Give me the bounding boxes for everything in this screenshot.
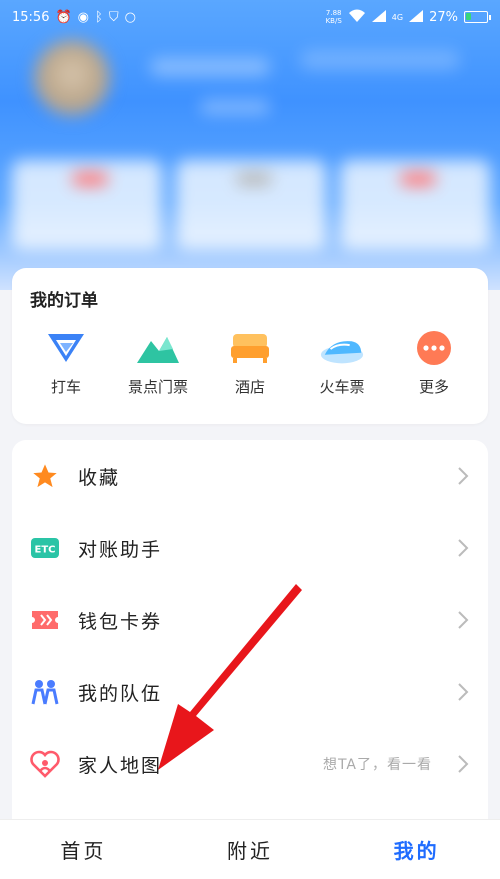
network-type: 4G xyxy=(391,12,404,22)
bluetooth-icon: ᛒ xyxy=(95,9,103,25)
bed-icon xyxy=(227,330,273,366)
stat-card-blurred[interactable] xyxy=(176,160,326,250)
star-icon xyxy=(30,461,60,491)
signal-icon xyxy=(409,9,424,25)
more-icon xyxy=(411,330,457,366)
tab-mine[interactable]: 我的 xyxy=(357,835,477,864)
avatar[interactable] xyxy=(34,40,110,116)
order-label: 更多 xyxy=(418,378,449,396)
orders-title: 我的订单 xyxy=(30,291,98,311)
menu-card: 收藏 ETC 对账助手 钱包卡券 我的队伍 家人地图 想TA了，看一看 xyxy=(12,440,488,840)
battery-percent: 27% xyxy=(429,9,458,25)
order-label: 火车票 xyxy=(319,378,365,396)
header-actions-blurred xyxy=(300,50,460,70)
etc-icon: ETC xyxy=(30,533,60,563)
order-label: 景点门票 xyxy=(127,378,188,396)
blurred-profile-area xyxy=(0,0,500,290)
family-heart-icon xyxy=(30,749,60,779)
menu-item-reconciliation[interactable]: ETC 对账助手 xyxy=(12,512,488,584)
mountain-icon xyxy=(135,330,181,366)
tab-home[interactable]: 首页 xyxy=(23,835,143,864)
user-subtitle-blurred xyxy=(200,100,270,114)
wifi-icon xyxy=(348,9,366,26)
menu-item-wallet-coupons[interactable]: 钱包卡券 xyxy=(12,584,488,656)
bottom-nav: 首页 附近 我的 xyxy=(0,819,500,879)
taxi-icon xyxy=(43,330,89,366)
menu-label: 我的队伍 xyxy=(78,682,163,705)
status-time: 15:56 xyxy=(12,9,50,25)
shield-icon: ⛉ xyxy=(108,9,119,25)
order-label: 打车 xyxy=(50,378,81,396)
chevron-right-icon xyxy=(458,683,469,701)
order-label: 酒店 xyxy=(234,378,265,396)
stat-card-blurred[interactable] xyxy=(12,160,162,250)
location-icon: ◉ xyxy=(77,9,89,25)
team-icon xyxy=(30,677,60,707)
status-bar: 15:56 ⏰ ◉ ᛒ ⛉ ○ 7.88 KB/S 4G 27% xyxy=(0,0,500,34)
family-map-hint: 想TA了，看一看 xyxy=(322,757,432,773)
my-orders-card: 我的订单 打车 景点门票 酒店 火车票 更多 xyxy=(12,268,488,424)
order-scenic-tickets[interactable]: 景点门票 xyxy=(116,330,200,397)
circle-icon: ○ xyxy=(124,9,136,25)
network-speed: 7.88 KB/S xyxy=(325,9,342,25)
chevron-right-icon xyxy=(458,539,469,557)
menu-item-favorites[interactable]: 收藏 xyxy=(12,440,488,512)
ticket-icon xyxy=(30,605,60,635)
chevron-right-icon xyxy=(458,611,469,629)
order-taxi[interactable]: 打车 xyxy=(24,330,108,397)
etc-text: ETC xyxy=(35,545,56,556)
menu-label: 钱包卡券 xyxy=(78,610,163,633)
order-more[interactable]: 更多 xyxy=(392,330,476,397)
menu-item-my-team[interactable]: 我的队伍 xyxy=(12,656,488,728)
signal-icon xyxy=(371,9,386,25)
menu-item-family-map[interactable]: 家人地图 想TA了，看一看 xyxy=(12,728,488,800)
menu-label: 家人地图 xyxy=(78,754,163,777)
stat-card-blurred[interactable] xyxy=(340,160,490,250)
username-blurred xyxy=(150,58,270,76)
menu-label: 对账助手 xyxy=(78,538,163,561)
tab-nearby[interactable]: 附近 xyxy=(190,835,310,864)
chevron-right-icon xyxy=(458,755,469,773)
order-train-tickets[interactable]: 火车票 xyxy=(300,330,384,397)
order-hotel[interactable]: 酒店 xyxy=(208,330,292,397)
alarm-icon: ⏰ xyxy=(55,9,72,25)
chevron-right-icon xyxy=(458,467,469,485)
menu-label: 收藏 xyxy=(78,466,121,489)
train-icon xyxy=(319,330,365,366)
battery-icon xyxy=(464,11,491,23)
